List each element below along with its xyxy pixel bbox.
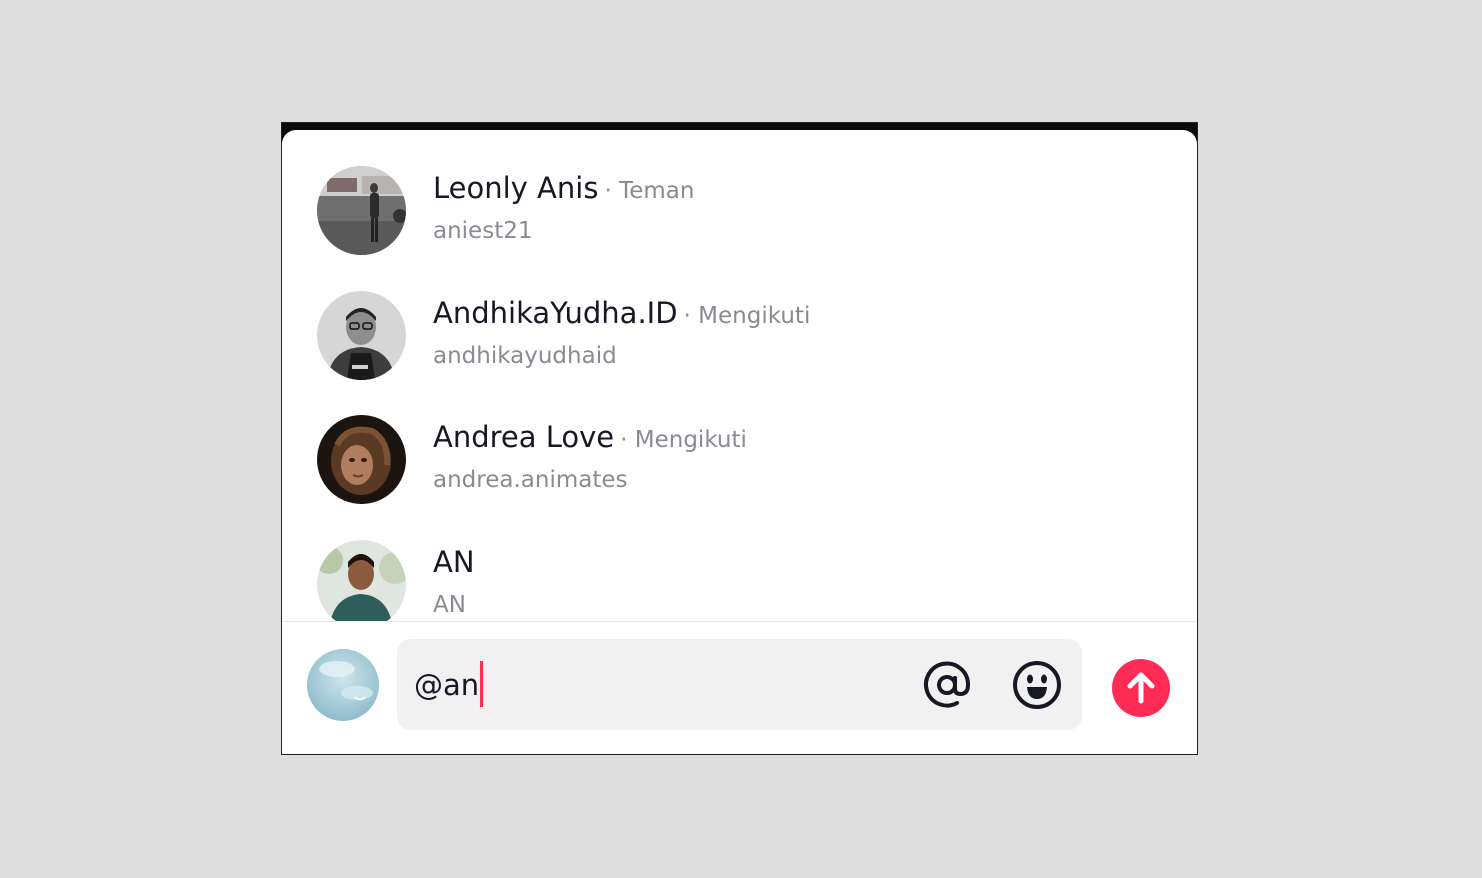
mention-suggestion-item[interactable]: Leonly Anis · Teman aniest21 bbox=[282, 130, 1197, 255]
mention-relation: · Mengikuti bbox=[683, 303, 811, 329]
mention-name: AndhikaYudha.ID bbox=[433, 296, 678, 330]
at-sign-icon[interactable] bbox=[920, 658, 974, 712]
comment-composer: @an bbox=[282, 622, 1197, 754]
mention-name: AN bbox=[433, 545, 475, 579]
send-button[interactable] bbox=[1112, 659, 1170, 717]
avatar bbox=[317, 415, 406, 504]
mention-handle: andrea.animates bbox=[433, 467, 628, 493]
comment-panel-frame: Leonly Anis · Teman aniest21 AndhikaYudh… bbox=[281, 122, 1198, 755]
mention-handle: aniest21 bbox=[433, 218, 533, 244]
mention-handle: andhikayudhaid bbox=[433, 343, 617, 369]
comment-input[interactable]: @an bbox=[397, 639, 1082, 730]
mention-suggestion-item[interactable]: AN AN bbox=[282, 504, 1197, 621]
mention-suggestion-item[interactable]: AndhikaYudha.ID · Mengikuti andhikayudhai… bbox=[282, 255, 1197, 380]
comment-sheet: Leonly Anis · Teman aniest21 AndhikaYudh… bbox=[282, 130, 1197, 754]
avatar bbox=[317, 166, 406, 255]
avatar bbox=[317, 540, 406, 621]
mention-relation: · Teman bbox=[604, 178, 695, 204]
mention-name: Andrea Love bbox=[433, 420, 615, 454]
text-caret bbox=[480, 661, 484, 707]
mention-relation: · Mengikuti bbox=[620, 427, 747, 453]
comment-input-value: @an bbox=[414, 668, 480, 702]
mention-name: Leonly Anis bbox=[433, 171, 599, 205]
mention-suggestion-list[interactable]: Leonly Anis · Teman aniest21 AndhikaYudh… bbox=[282, 130, 1197, 621]
avatar bbox=[317, 291, 406, 380]
current-user-avatar bbox=[307, 649, 379, 721]
arrow-up-icon bbox=[1127, 672, 1155, 704]
mention-handle: AN bbox=[433, 592, 466, 618]
mention-suggestion-item[interactable]: Andrea Love · Mengikuti andrea.animates bbox=[282, 379, 1197, 504]
emoji-icon[interactable] bbox=[1010, 658, 1064, 712]
